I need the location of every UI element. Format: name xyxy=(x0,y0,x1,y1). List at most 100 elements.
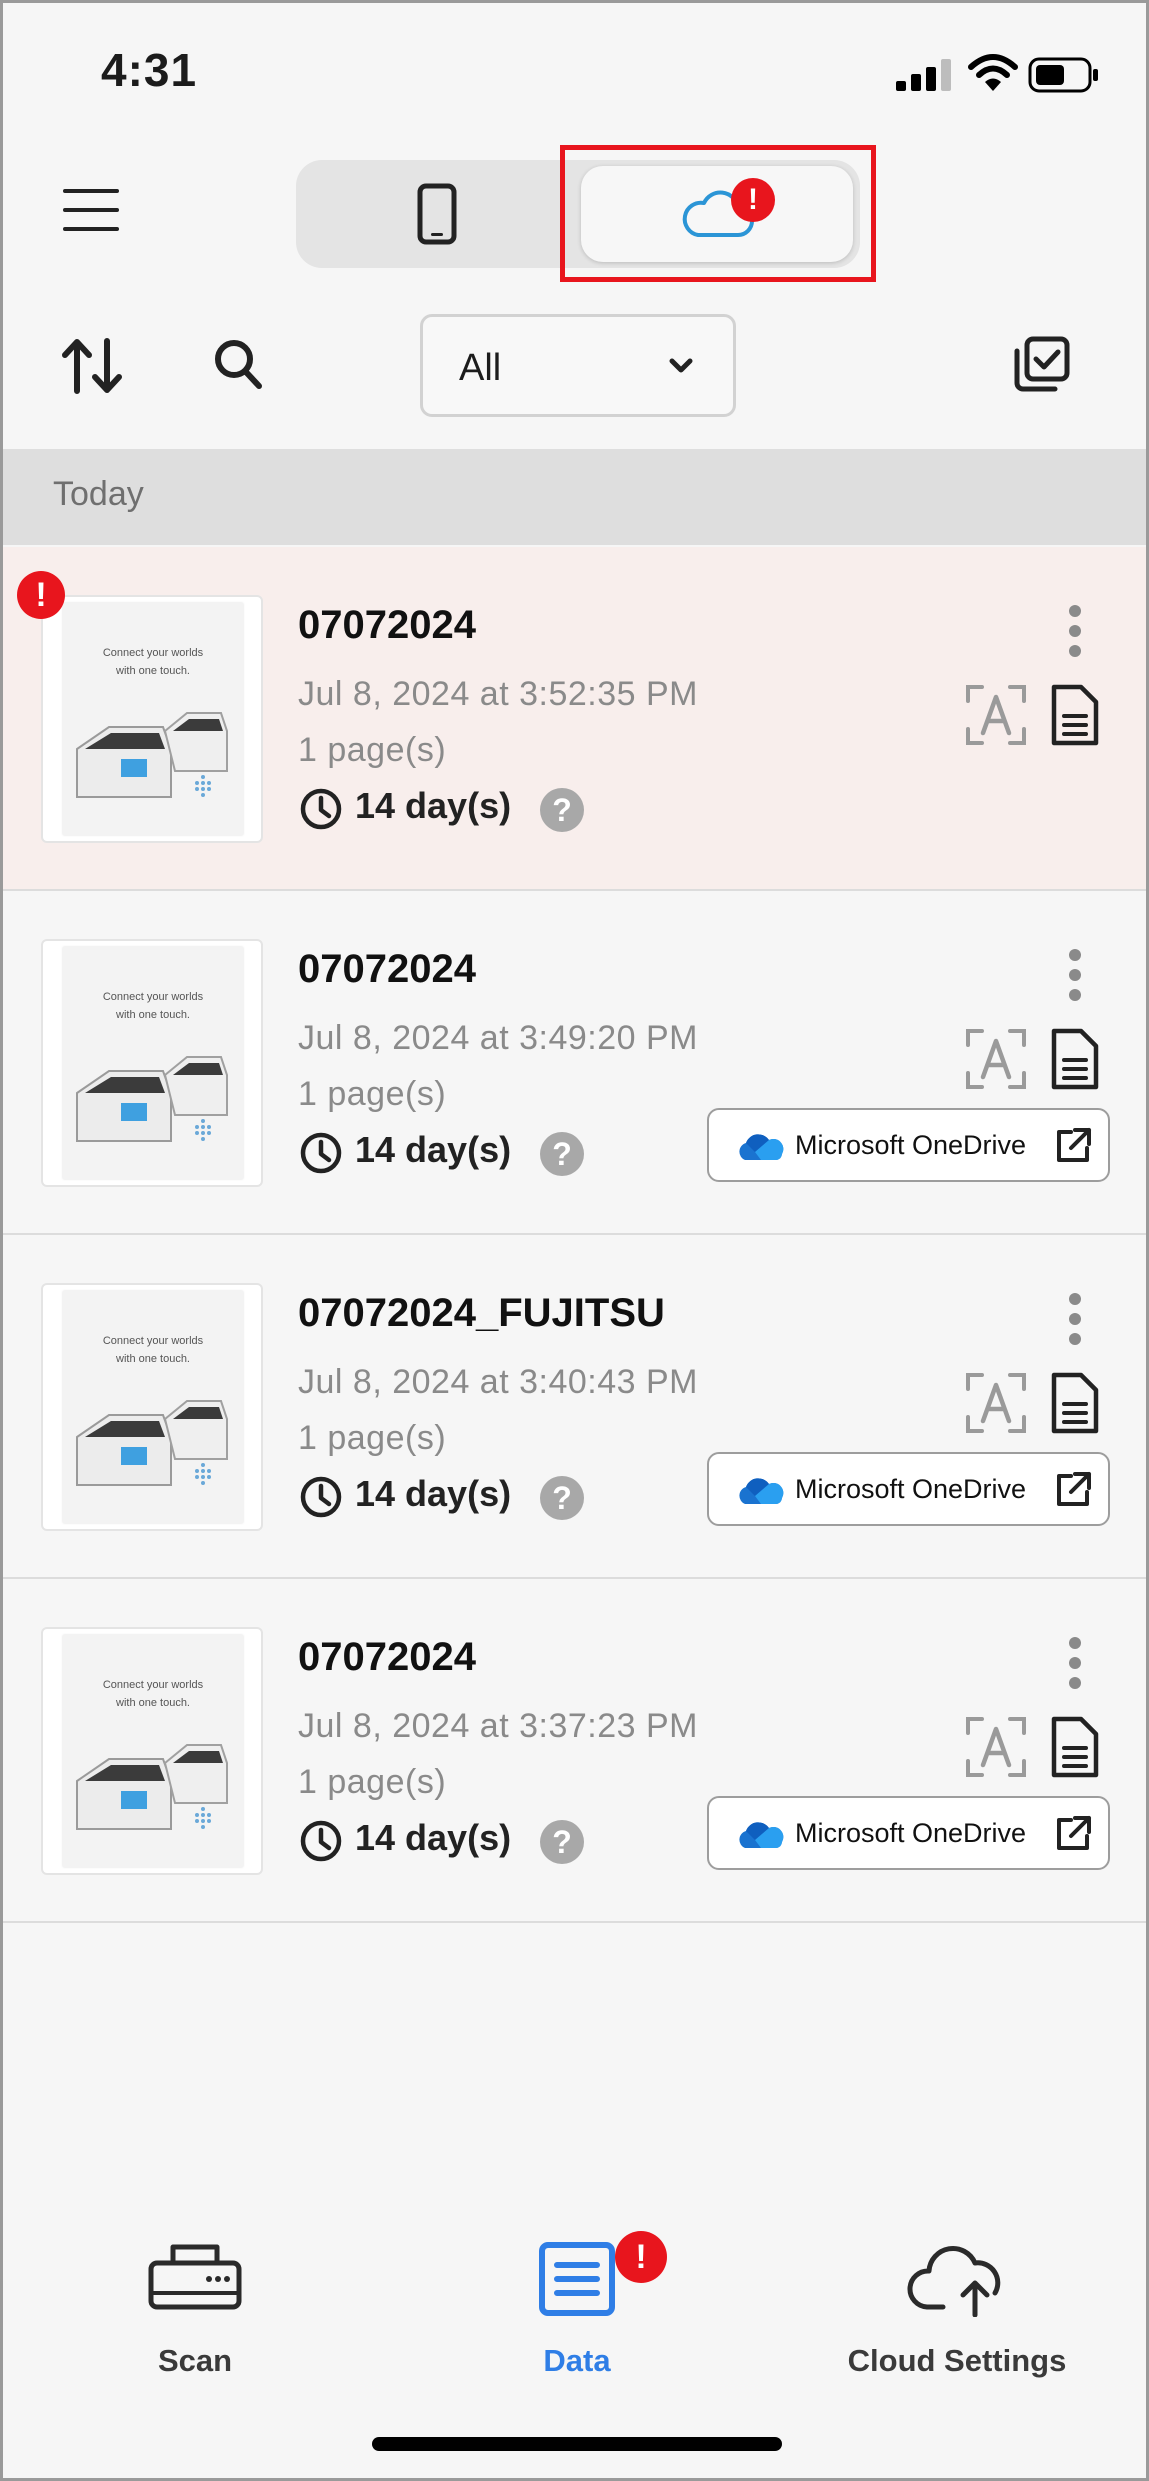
clock-icon xyxy=(300,1820,342,1862)
ocr-text-icon[interactable] xyxy=(965,1371,1027,1435)
more-options-icon[interactable] xyxy=(1063,1291,1087,1347)
tab-cloud-settings[interactable]: Cloud Settings xyxy=(807,2241,1107,2391)
onedrive-logo-icon xyxy=(739,1822,784,1848)
error-badge: ! xyxy=(17,571,65,619)
external-link-icon xyxy=(1057,1472,1091,1506)
tab-scan-label: Scan xyxy=(157,2343,233,2378)
highlight-annotation xyxy=(560,145,876,282)
item-title: 07072024 xyxy=(298,947,476,991)
scanner-photo-icon xyxy=(76,712,228,798)
thumbnail-caption-line1: Connect your worlds xyxy=(102,1679,204,1691)
sort-icon[interactable] xyxy=(61,337,123,395)
segment-device[interactable] xyxy=(296,160,578,268)
item-date: Jul 8, 2024 at 3:40:43 PM xyxy=(298,1363,698,1401)
ocr-text-icon[interactable] xyxy=(965,1715,1027,1779)
onedrive-destination-button[interactable]: Microsoft OneDrive xyxy=(707,1452,1110,1526)
clock-icon xyxy=(300,788,342,830)
onedrive-destination-button[interactable]: Microsoft OneDrive xyxy=(707,1796,1110,1870)
retention-period: 14 day(s) xyxy=(355,1473,512,1514)
tab-data-label: Data xyxy=(543,2343,611,2378)
scan-list-item[interactable]: Connect your worlds with one touch. 070720… xyxy=(3,1235,1146,1579)
cellular-signal-icon xyxy=(896,59,951,91)
external-link-icon xyxy=(1057,1816,1091,1850)
data-alert-badge: ! xyxy=(615,2231,667,2283)
ocr-text-icon[interactable] xyxy=(965,1027,1027,1091)
retention-help-icon[interactable]: ? xyxy=(540,1476,584,1520)
onedrive-destination-button[interactable]: Microsoft OneDrive xyxy=(707,1108,1110,1182)
item-title: 07072024_FUJITSU xyxy=(298,1291,665,1335)
item-date: Jul 8, 2024 at 3:49:20 PM xyxy=(298,1019,698,1057)
screen: 4:31 ! All Today Connect your worlds wit… xyxy=(0,0,1149,2481)
thumbnail-caption-line1: Connect your worlds xyxy=(102,991,204,1003)
document-icon[interactable] xyxy=(1049,1371,1101,1435)
status-time: 4:31 xyxy=(101,44,198,96)
more-options-icon[interactable] xyxy=(1063,1635,1087,1691)
scan-thumbnail[interactable]: Connect your worlds with one touch. xyxy=(41,1627,263,1875)
ocr-text-icon[interactable] xyxy=(965,683,1027,747)
external-link-icon xyxy=(1057,1128,1091,1162)
item-page-count: 1 page(s) xyxy=(298,1763,447,1801)
thumbnail-caption-line2: with one touch. xyxy=(116,1697,190,1709)
section-title: Today xyxy=(53,475,144,513)
document-icon[interactable] xyxy=(1049,1715,1101,1779)
hamburger-menu-icon[interactable] xyxy=(63,185,119,235)
destination-label: Microsoft OneDrive xyxy=(795,1130,1027,1160)
scanner-icon xyxy=(148,2244,242,2310)
item-page-count: 1 page(s) xyxy=(298,731,447,769)
scan-thumbnail[interactable]: Connect your worlds with one touch. xyxy=(41,595,263,843)
thumbnail-caption-line2: with one touch. xyxy=(116,665,190,677)
item-title: 07072024 xyxy=(298,1635,476,1679)
battery-icon xyxy=(1028,57,1098,93)
thumbnail-page: Connect your worlds with one touch. xyxy=(63,947,243,1179)
thumbnail-caption-line1: Connect your worlds xyxy=(102,647,204,659)
scanner-photo-icon xyxy=(76,1056,228,1142)
scanner-photo-icon xyxy=(76,1744,228,1830)
thumbnail-caption-line2: with one touch. xyxy=(116,1009,190,1021)
scan-list-item[interactable]: Connect your worlds with one touch.! 07072… xyxy=(3,547,1146,891)
scan-thumbnail[interactable]: Connect your worlds with one touch. xyxy=(41,1283,263,1531)
retention-period: 14 day(s) xyxy=(355,1817,512,1858)
retention-period: 14 day(s) xyxy=(355,1129,512,1170)
tab-data[interactable]: ! Data xyxy=(427,2231,727,2391)
smartphone-icon xyxy=(417,183,457,245)
thumbnail-page: Connect your worlds with one touch. xyxy=(63,1291,243,1523)
onedrive-logo-icon xyxy=(739,1478,784,1504)
onedrive-logo-icon xyxy=(739,1134,784,1160)
document-icon[interactable] xyxy=(1049,1027,1101,1091)
tab-scan[interactable]: Scan xyxy=(45,2241,345,2391)
thumbnail-page: Connect your worlds with one touch. xyxy=(63,1635,243,1867)
item-date: Jul 8, 2024 at 3:52:35 PM xyxy=(298,675,698,713)
retention-help-icon[interactable]: ? xyxy=(540,788,584,832)
retention-help-icon[interactable]: ? xyxy=(540,1820,584,1864)
clock-icon xyxy=(300,1132,342,1174)
chevron-down-icon xyxy=(669,358,693,373)
destination-label: Microsoft OneDrive xyxy=(795,1818,1027,1848)
clock-icon xyxy=(300,1476,342,1518)
item-title: 07072024 xyxy=(298,603,476,647)
thumbnail-page: Connect your worlds with one touch. xyxy=(63,603,243,835)
scan-list-item[interactable]: Connect your worlds with one touch. 070720… xyxy=(3,1579,1146,1923)
retention-period: 14 day(s) xyxy=(355,785,512,826)
item-page-count: 1 page(s) xyxy=(298,1075,447,1113)
destination-label: Microsoft OneDrive xyxy=(795,1474,1027,1504)
retention-help-icon[interactable]: ? xyxy=(540,1132,584,1176)
filter-value: All xyxy=(459,347,502,389)
multi-select-icon[interactable] xyxy=(1013,335,1071,393)
tab-cloud-settings-label: Cloud Settings xyxy=(847,2343,1067,2378)
more-options-icon[interactable] xyxy=(1063,947,1087,1003)
document-icon[interactable] xyxy=(1049,683,1101,747)
home-indicator xyxy=(372,2437,782,2451)
list-document-icon xyxy=(539,2242,615,2316)
scan-thumbnail[interactable]: Connect your worlds with one touch. xyxy=(41,939,263,1187)
search-icon[interactable] xyxy=(213,338,263,390)
more-options-icon[interactable] xyxy=(1063,603,1087,659)
section-header: Today xyxy=(3,449,1146,545)
scan-list-item[interactable]: Connect your worlds with one touch. 070720… xyxy=(3,891,1146,1235)
filter-dropdown[interactable]: All xyxy=(420,314,736,417)
item-date: Jul 8, 2024 at 3:37:23 PM xyxy=(298,1707,698,1745)
thumbnail-caption-line1: Connect your worlds xyxy=(102,1335,204,1347)
item-page-count: 1 page(s) xyxy=(298,1419,447,1457)
cloud-upload-icon xyxy=(907,2245,1001,2317)
wifi-icon xyxy=(968,54,1018,91)
thumbnail-caption-line2: with one touch. xyxy=(116,1353,190,1365)
